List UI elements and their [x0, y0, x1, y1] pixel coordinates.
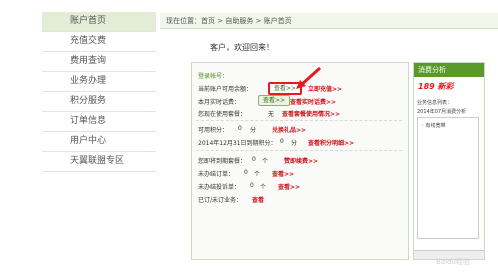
points-expire-unit: 分: [291, 140, 298, 147]
points-available-value: 0: [238, 125, 242, 132]
points-available-unit: 分: [250, 127, 257, 134]
chart-area: ◦ 有线宽带: [417, 117, 479, 239]
unfinished-orders-unit: 个: [254, 171, 261, 178]
balance-view-button[interactable]: 查看>>: [268, 82, 303, 95]
points-expire-value: 0: [280, 138, 284, 145]
welcome-text: 客户，欢迎回来！: [210, 43, 274, 52]
realtime-link[interactable]: 查看实时话费>>: [290, 97, 336, 106]
sidebar-item-account-home[interactable]: 账户首页: [42, 12, 156, 32]
expiring-package-label: 您即将到期套餐：: [198, 158, 247, 165]
sidebar-nav: 账户首页 充值交费 费用查询 业务办理 积分服务 订单信息 用户中心 天翼联盟专…: [42, 12, 156, 172]
sidebar-item-billing-query[interactable]: 费用查询: [42, 52, 156, 72]
points-expire-label: 2014年12月31日到期积分：: [198, 140, 277, 147]
account-label: 登录帐号：: [198, 73, 229, 80]
redeem-link[interactable]: 兑换礼品>>: [272, 125, 306, 134]
package-value: 无: [268, 111, 275, 118]
divider: [196, 120, 402, 121]
complaints-unit: 个: [260, 184, 267, 191]
breadcrumb: 现在位置：首页 > 自助服务 > 账户首页: [160, 13, 498, 29]
complaints-label: 未办结投诉单：: [198, 184, 241, 191]
renew-link[interactable]: 赞即续费>>: [284, 156, 318, 165]
complaints-link[interactable]: 查看>>: [278, 182, 300, 191]
realtime-view-button[interactable]: 查看>>: [258, 95, 291, 106]
sidebar-item-points[interactable]: 积分服务: [42, 92, 156, 112]
points-detail-link[interactable]: 查看积分明细>>: [308, 138, 354, 147]
points-available-label: 可用积分：: [198, 127, 229, 134]
consumption-title: 消费分析: [414, 63, 484, 77]
expiring-package-unit: 个: [262, 158, 269, 165]
realtime-label: 本月实时话费：: [198, 99, 241, 106]
package-label: 您现在使用套餐：: [198, 111, 247, 118]
sidebar-item-business[interactable]: 业务办理: [42, 72, 156, 92]
complaints-value: 0: [250, 182, 254, 189]
package-link[interactable]: 查看套餐使用情况>>: [282, 109, 340, 118]
subscriptions-link[interactable]: 查看: [252, 195, 264, 204]
recharge-link[interactable]: 立即充值>>: [308, 84, 342, 93]
unfinished-orders-value: 0: [244, 169, 248, 176]
business-info-label: 业务信息列表：: [417, 100, 453, 106]
expiring-package-value: 0: [252, 156, 256, 163]
brand-logo-number: 189: [418, 82, 435, 91]
brand-logo: 189 新彩: [418, 81, 454, 92]
balance-label: 当前账户可用余额：: [198, 86, 253, 93]
subscriptions-label: 已订/未订业务：: [198, 197, 243, 204]
sidebar-item-user-center[interactable]: 用户中心: [42, 132, 156, 152]
legend-item-label: 有线宽带: [425, 123, 446, 129]
divider: [196, 150, 402, 151]
consumption-analysis-panel: 消费分析 189 新彩 业务信息列表： 2014年07月消费分析 ◦ 有线宽带: [413, 62, 485, 260]
sidebar-item-orders[interactable]: 订单信息: [42, 112, 156, 132]
watermark: Baidu经验: [436, 258, 470, 266]
unfinished-orders-link[interactable]: 查看>>: [272, 169, 294, 178]
sidebar-item-recharge[interactable]: 充值交费: [42, 32, 156, 52]
unfinished-orders-label: 未办结订单：: [198, 171, 235, 178]
brand-logo-suffix: 新彩: [437, 82, 454, 91]
account-overview-panel: 登录帐号： 当前账户可用余额： 查看>> 立即充值>> 本月实时话费： 查看>>…: [191, 62, 409, 260]
legend-item: ◦ 有线宽带: [421, 123, 446, 129]
analysis-period: 2014年07月消费分析: [417, 109, 467, 115]
sidebar-item-alliance[interactable]: 天翼联盟专区: [42, 152, 156, 172]
